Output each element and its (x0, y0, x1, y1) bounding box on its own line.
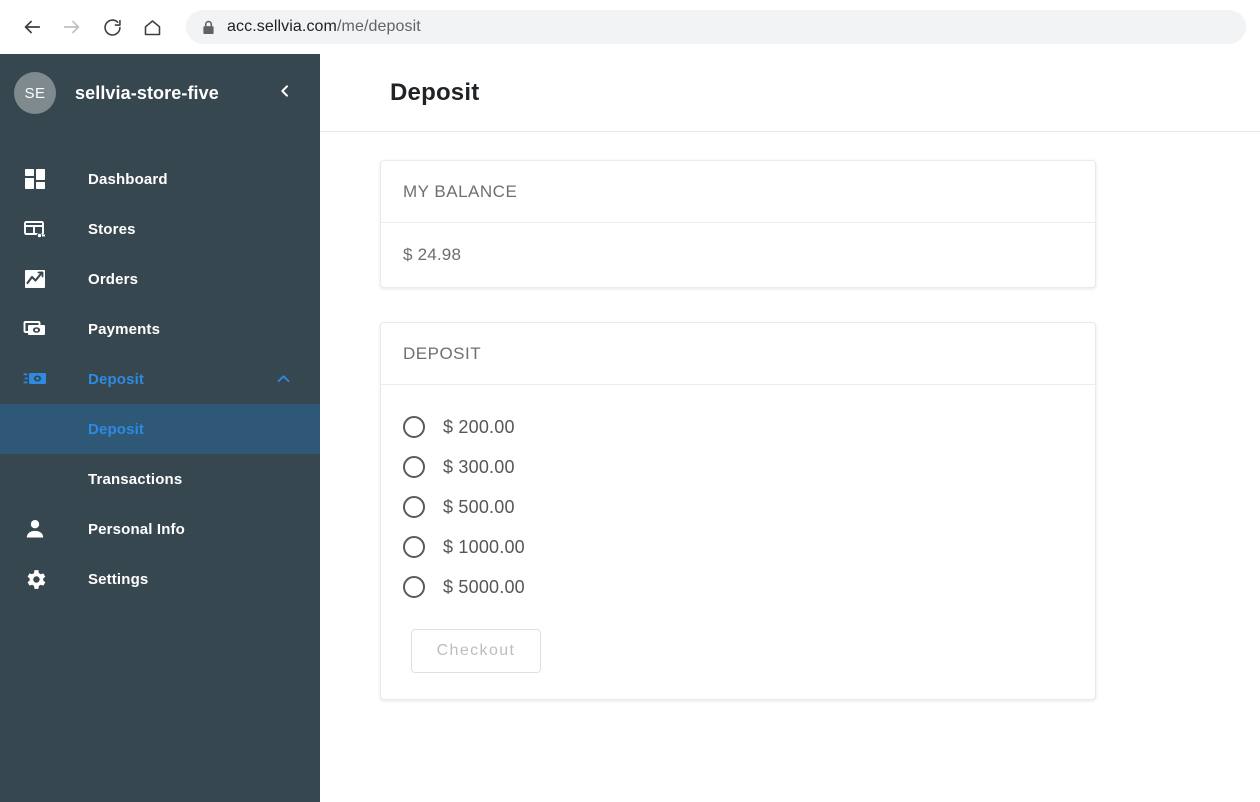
balance-card-title: MY BALANCE (403, 181, 518, 201)
sidebar-item-label: Dashboard (88, 170, 168, 188)
deposit-option-500[interactable]: $ 500.00 (403, 487, 1095, 527)
reload-icon (102, 17, 123, 38)
dashboard-grid-icon (20, 164, 50, 194)
deposit-card: DEPOSIT $ 200.00 $ 300.00 $ 500.00 $ 100… (380, 322, 1096, 700)
deposit-option-label: $ 300.00 (443, 456, 515, 477)
chart-line-icon (20, 264, 50, 294)
url-text: acc.sellvia.com/me/deposit (227, 18, 421, 36)
back-arrow-icon (21, 16, 43, 38)
balance-card-body: $ 24.98 (381, 223, 1095, 287)
sidebar-item-label: Deposit (88, 370, 145, 388)
sidebar-subitem-deposit[interactable]: Deposit (0, 404, 320, 454)
forward-arrow-icon (61, 16, 83, 38)
sidebar-collapse-button[interactable] (272, 80, 298, 106)
sidebar-item-dashboard[interactable]: Dashboard (0, 154, 320, 204)
lock-icon (202, 20, 215, 35)
deposit-banknote-icon (20, 364, 50, 394)
home-button[interactable] (134, 9, 170, 45)
radio-button[interactable] (403, 416, 425, 438)
deposit-option-5000[interactable]: $ 5000.00 (403, 567, 1095, 607)
sidebar-item-payments[interactable]: Payments (0, 304, 320, 354)
store-key-icon (20, 214, 50, 244)
radio-button[interactable] (403, 496, 425, 518)
sidebar-item-label: Orders (88, 270, 139, 288)
back-button[interactable] (14, 9, 50, 45)
page-header: Deposit (320, 54, 1260, 132)
sidebar-item-settings[interactable]: Settings (0, 554, 320, 604)
radio-button[interactable] (403, 576, 425, 598)
balance-card-header: MY BALANCE (381, 161, 1095, 223)
sidebar-item-deposit[interactable]: Deposit (0, 354, 320, 404)
deposit-option-1000[interactable]: $ 1000.00 (403, 527, 1095, 567)
url-path: /me/deposit (336, 18, 421, 35)
forward-button[interactable] (54, 9, 90, 45)
address-bar[interactable]: acc.sellvia.com/me/deposit (186, 10, 1246, 44)
balance-value: $ 24.98 (403, 245, 462, 264)
chevron-up-icon[interactable] (275, 371, 292, 388)
sidebar: SE sellvia-store-five Dashboard Stores O… (0, 54, 320, 802)
avatar: SE (14, 72, 56, 114)
app-shell: SE sellvia-store-five Dashboard Stores O… (0, 54, 1260, 802)
deposit-card-title: DEPOSIT (403, 343, 482, 363)
sidebar-item-label: Stores (88, 220, 136, 238)
deposit-option-label: $ 500.00 (443, 496, 515, 517)
sidebar-header: SE sellvia-store-five (0, 54, 320, 132)
sidebar-subitem-label: Deposit (88, 420, 145, 438)
url-host: acc.sellvia.com (227, 18, 337, 35)
sidebar-nav: Dashboard Stores Orders Payments Deposit… (0, 154, 320, 604)
person-icon (20, 514, 50, 544)
radio-button[interactable] (403, 536, 425, 558)
checkout-area: Checkout (381, 607, 1095, 699)
deposit-options-group: $ 200.00 $ 300.00 $ 500.00 $ 1000.00 $ 5… (381, 385, 1095, 607)
home-icon (142, 17, 163, 38)
deposit-option-300[interactable]: $ 300.00 (403, 447, 1095, 487)
sidebar-item-stores[interactable]: Stores (0, 204, 320, 254)
sidebar-item-orders[interactable]: Orders (0, 254, 320, 304)
main-content: Deposit MY BALANCE $ 24.98 DEPOSIT $ 200… (320, 54, 1260, 802)
sidebar-item-label: Settings (88, 570, 149, 588)
reload-button[interactable] (94, 9, 130, 45)
gear-icon (20, 564, 50, 594)
deposit-option-label: $ 5000.00 (443, 576, 525, 597)
page-title: Deposit (390, 78, 480, 106)
deposit-option-200[interactable]: $ 200.00 (403, 407, 1095, 447)
radio-button[interactable] (403, 456, 425, 478)
banknotes-icon (20, 314, 50, 344)
checkout-button[interactable]: Checkout (411, 629, 541, 673)
deposit-option-label: $ 1000.00 (443, 536, 525, 557)
browser-toolbar: acc.sellvia.com/me/deposit (0, 0, 1260, 54)
sidebar-item-label: Personal Info (88, 520, 185, 538)
balance-card: MY BALANCE $ 24.98 (380, 160, 1096, 288)
sidebar-subitem-label: Transactions (88, 470, 183, 488)
store-name: sellvia-store-five (75, 82, 219, 103)
sidebar-subitem-transactions[interactable]: Transactions (0, 454, 320, 504)
sidebar-item-personal-info[interactable]: Personal Info (0, 504, 320, 554)
chevron-left-icon (277, 83, 293, 104)
deposit-option-label: $ 200.00 (443, 416, 515, 437)
content-area: MY BALANCE $ 24.98 DEPOSIT $ 200.00 $ 30… (320, 132, 1260, 700)
sidebar-item-label: Payments (88, 320, 161, 338)
deposit-card-header: DEPOSIT (381, 323, 1095, 385)
